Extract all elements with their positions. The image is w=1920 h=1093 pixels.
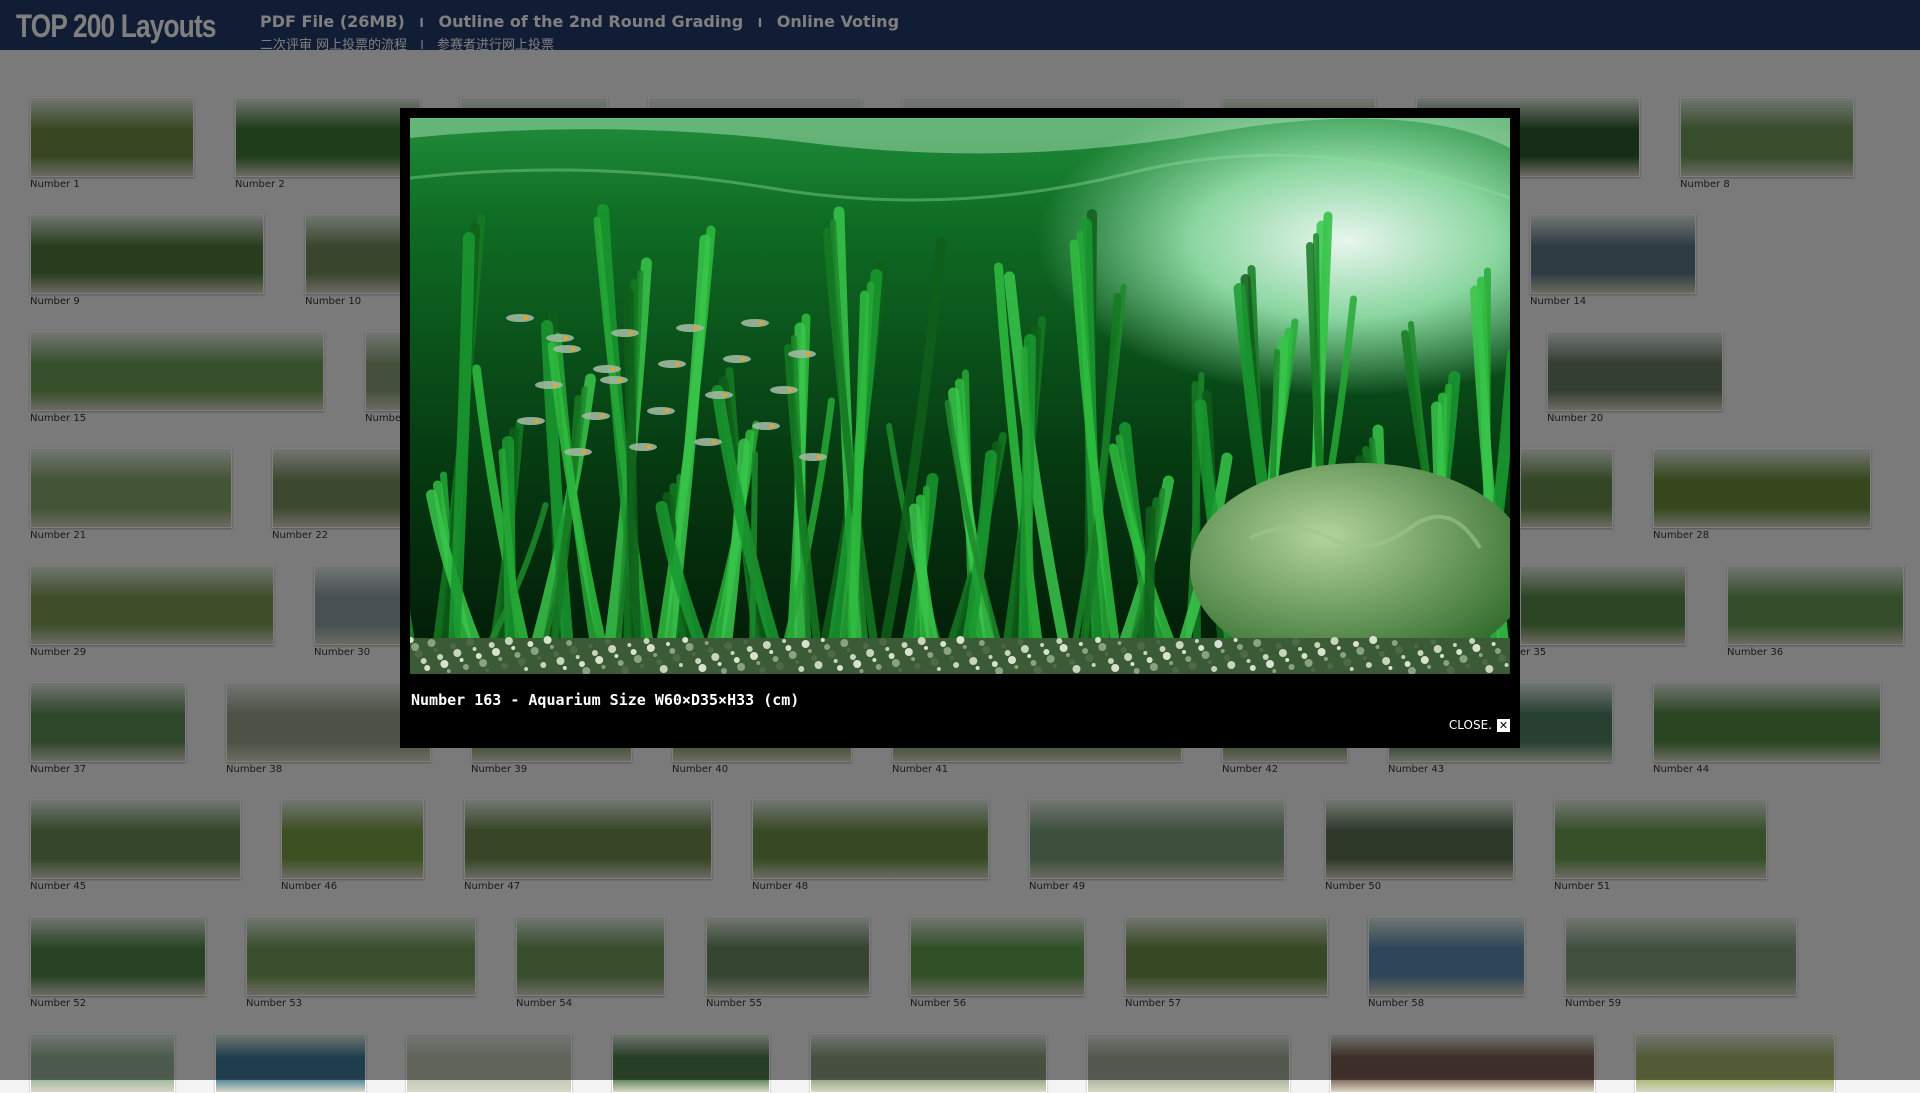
close-button[interactable]: CLOSE. ✕ bbox=[1449, 718, 1510, 732]
close-icon[interactable]: ✕ bbox=[1497, 718, 1510, 732]
lightbox-image bbox=[410, 118, 1510, 674]
lightbox-caption: Number 163 - Aquarium Size W60×D35×H33 (… bbox=[411, 691, 800, 709]
close-label: CLOSE. bbox=[1448, 718, 1492, 732]
lightbox: Number 163 - Aquarium Size W60×D35×H33 (… bbox=[400, 108, 1520, 748]
aquarium-photo bbox=[410, 118, 1510, 674]
